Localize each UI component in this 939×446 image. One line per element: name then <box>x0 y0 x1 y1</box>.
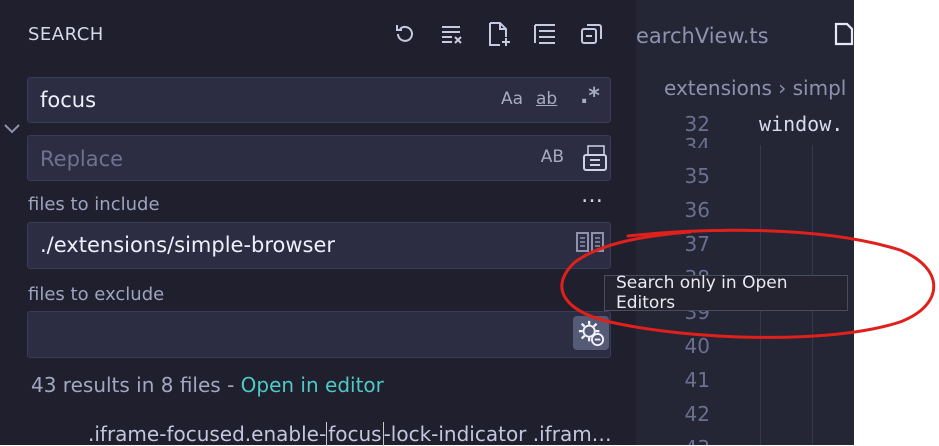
include-input-value: ./extensions/simple-browser <box>40 233 336 257</box>
search-panel: SEARCH focus Aa ab .* Replace AB … files… <box>0 0 636 446</box>
line-number: 37 <box>684 232 710 256</box>
blank-margin <box>854 0 939 445</box>
match-highlight: focus <box>326 422 384 446</box>
match-text-after: -lock-indicator .ifram… <box>383 422 612 446</box>
line-number: 41 <box>684 368 710 392</box>
replace-all-icon[interactable] <box>582 142 610 172</box>
line-number: 35 <box>684 164 710 188</box>
gear-icon[interactable] <box>573 316 609 350</box>
code-line: window. <box>759 112 844 136</box>
more-options-icon[interactable]: … <box>581 183 604 208</box>
match-text-before: .iframe-focused.enable- <box>88 422 327 446</box>
breadcrumb[interactable]: extensions › simpl <box>664 76 846 100</box>
match-case-icon[interactable]: Aa <box>501 89 523 109</box>
use-regex-icon[interactable]: .* <box>580 84 600 109</box>
clear-results-icon[interactable] <box>438 20 466 48</box>
match-whole-word-icon[interactable]: ab <box>536 89 557 109</box>
preserve-case-icon[interactable]: AB <box>536 147 564 167</box>
exclude-label: files to exclude <box>28 284 165 305</box>
file-icon <box>834 22 854 46</box>
editor-tab-label[interactable]: earchView.ts <box>636 24 769 48</box>
search-input-value: focus <box>40 88 97 112</box>
collapse-all-icon[interactable] <box>531 20 559 48</box>
book-icon[interactable] <box>574 228 606 256</box>
replace-input[interactable]: Replace AB <box>27 135 611 181</box>
toggle-replace-chevron-icon[interactable] <box>2 118 22 138</box>
open-in-editor-link[interactable]: Open in editor <box>241 373 384 397</box>
results-count: 43 results in 8 files - <box>31 373 241 397</box>
line-number: 36 <box>684 198 710 222</box>
exclude-input[interactable] <box>27 311 611 358</box>
view-as-tree-icon[interactable] <box>578 20 606 48</box>
line-number: 42 <box>684 402 710 426</box>
panel-title: SEARCH <box>28 24 104 45</box>
tooltip: Search only in Open Editors <box>604 273 848 313</box>
line-number: 32 <box>684 112 710 136</box>
line-number: 40 <box>684 334 710 358</box>
results-summary: 43 results in 8 files - Open in editor <box>31 373 384 397</box>
replace-placeholder: Replace <box>40 147 124 171</box>
include-label: files to include <box>28 194 160 215</box>
search-input[interactable]: focus Aa ab .* <box>27 77 611 123</box>
line-number: 34 <box>684 134 710 148</box>
refresh-icon[interactable] <box>391 20 419 48</box>
new-search-editor-icon[interactable] <box>485 20 513 48</box>
code-editor: earchView.ts extensions › simpl 32 34 35… <box>636 0 854 445</box>
match-result-line[interactable]: .iframe-focused.enable-focus -lock-indica… <box>88 422 628 446</box>
line-number: 43 <box>636 436 710 445</box>
include-input[interactable]: ./extensions/simple-browser <box>27 222 611 269</box>
